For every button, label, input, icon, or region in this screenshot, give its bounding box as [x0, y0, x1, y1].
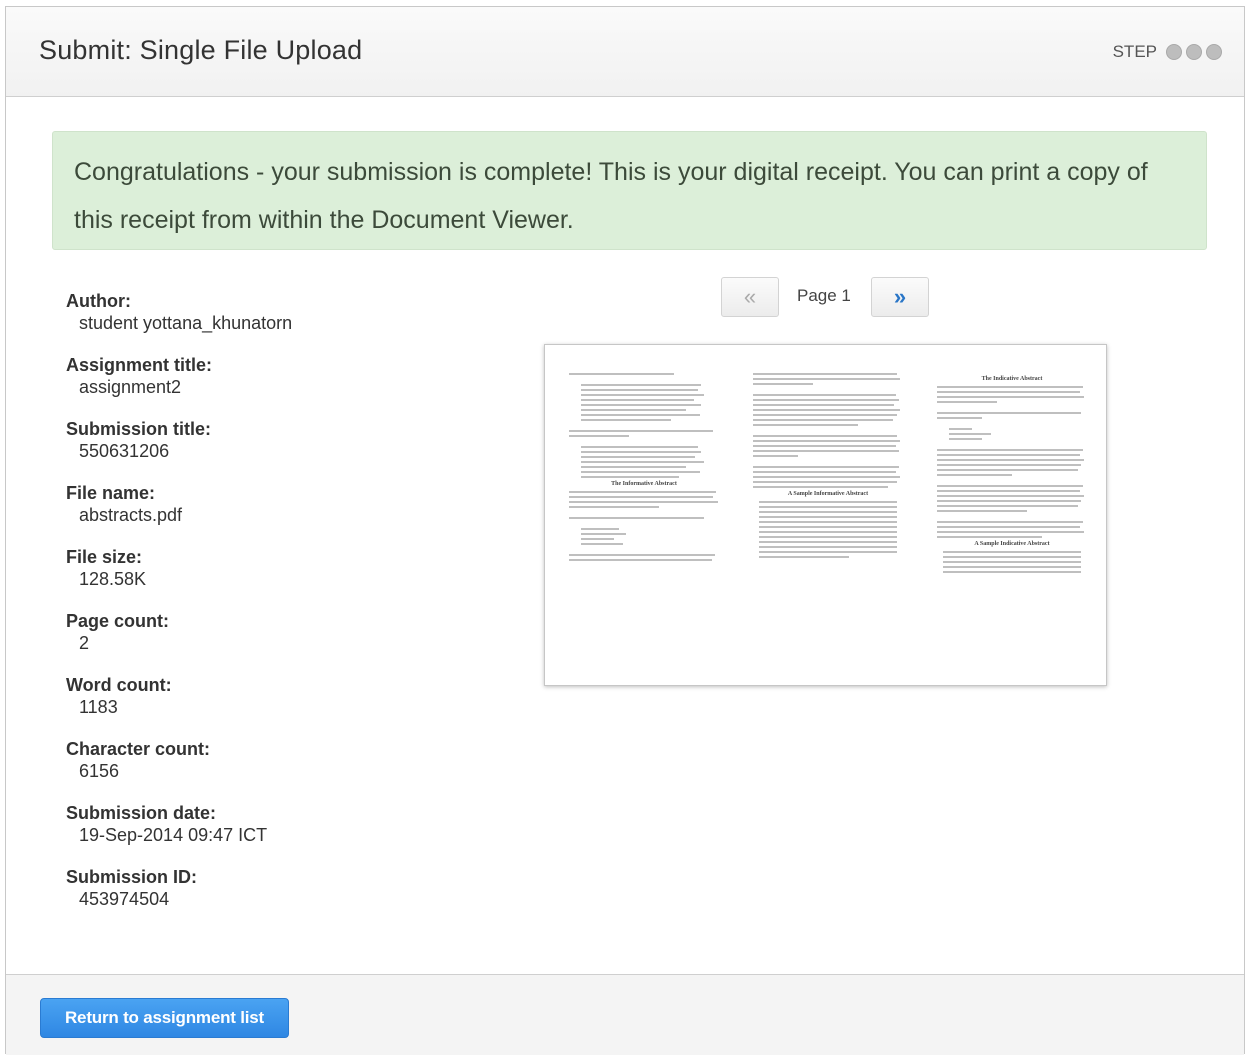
page-header: Submit: Single File Upload STEP	[6, 7, 1244, 97]
field-label: Submission date:	[66, 803, 217, 823]
receipt-details: Author: student yottana_khunatorn Assign…	[66, 291, 486, 931]
success-alert: Congratulations - your submission is com…	[52, 131, 1207, 250]
field-value: 128.58K	[79, 569, 147, 589]
preview-heading: The Indicative Abstract	[981, 376, 1043, 382]
page-title: Submit: Single File Upload	[39, 35, 363, 65]
step-dot-icon	[1166, 44, 1182, 60]
receipt-file-name: File name: abstracts.pdf	[66, 483, 486, 547]
step-label: STEP	[1112, 42, 1157, 61]
receipt-file-size: File size: 128.58K	[66, 547, 486, 611]
field-label: Assignment title:	[66, 355, 213, 375]
preview-heading: A Sample Indicative Abstract	[974, 541, 1050, 547]
receipt-character-count: Character count: 6156	[66, 739, 486, 803]
preview-heading: The Informative Abstract	[611, 481, 677, 487]
preview-heading: A Sample Informative Abstract	[787, 491, 869, 497]
field-value: 453974504	[79, 889, 170, 909]
field-value: 19-Sep-2014 09:47 ICT	[79, 825, 268, 845]
field-value: 1183	[79, 697, 118, 717]
receipt-submission-id: Submission ID: 453974504	[66, 867, 486, 931]
step-dot-icon	[1206, 44, 1222, 60]
document-column: The Indicative Abstract A Sample Indicat…	[937, 373, 1087, 576]
field-label: Submission title:	[66, 419, 212, 439]
page-indicator: Page 1	[797, 286, 851, 305]
next-page-button[interactable]: »	[871, 277, 929, 317]
previous-page-button[interactable]: «	[721, 277, 779, 317]
document-column: The Informative Abstract	[569, 373, 719, 564]
field-label: Word count:	[66, 675, 172, 695]
step-dot-icon	[1186, 44, 1202, 60]
field-value: 6156	[79, 761, 120, 781]
field-value: 550631206	[79, 441, 170, 461]
submission-receipt-panel: Submit: Single File Upload STEP Congratu…	[5, 6, 1245, 1055]
step-indicator: STEP	[1113, 42, 1222, 62]
receipt-page-count: Page count: 2	[66, 611, 486, 675]
document-column: A Sample Informative Abstract	[753, 373, 903, 561]
document-preview[interactable]: The Informative Abstract A Sample Inform…	[544, 344, 1107, 686]
field-label: File size:	[66, 547, 143, 567]
receipt-word-count: Word count: 1183	[66, 675, 486, 739]
field-value: abstracts.pdf	[79, 505, 183, 525]
field-label: Page count:	[66, 611, 170, 631]
field-value: assignment2	[79, 377, 182, 397]
return-to-assignment-list-button[interactable]: Return to assignment list	[40, 998, 289, 1038]
receipt-assignment-title: Assignment title: assignment2	[66, 355, 486, 419]
page-footer: Return to assignment list	[6, 974, 1244, 1055]
field-value: student yottana_khunatorn	[79, 313, 293, 333]
receipt-author: Author: student yottana_khunatorn	[66, 291, 486, 355]
receipt-submission-date: Submission date: 19-Sep-2014 09:47 ICT	[66, 803, 486, 867]
field-label: Character count:	[66, 739, 211, 759]
field-label: Submission ID:	[66, 867, 198, 887]
field-label: File name:	[66, 483, 156, 503]
receipt-submission-title: Submission title: 550631206	[66, 419, 486, 483]
field-value: 2	[79, 633, 90, 653]
field-label: Author:	[66, 291, 131, 311]
document-pager: « Page 1 »	[721, 277, 931, 317]
